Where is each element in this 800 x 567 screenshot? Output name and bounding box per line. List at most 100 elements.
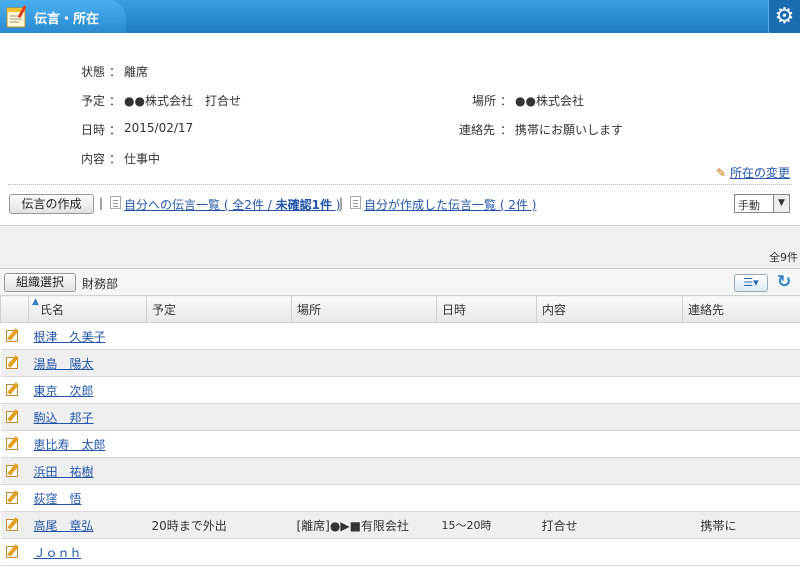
contact-cell (682, 484, 800, 512)
user-name-link[interactable]: Ｊｏｎｈ (34, 546, 82, 560)
presence-table: ▲ 氏名 予定 場所 日時 内容 連絡先 根津 久美子 湯島 陽太東京 次郎駒込 邦… (0, 295, 800, 566)
sent-messages-link[interactable]: 自分が作成した伝言一覧 ( 2件 ) (364, 196, 536, 213)
content-cell (536, 349, 683, 377)
datetime-cell (436, 538, 537, 566)
content-cell (536, 538, 683, 566)
sort-asc-icon: ▲ (32, 297, 39, 307)
total-count: 全9件 (769, 251, 798, 264)
colon: ： (109, 65, 122, 79)
table-row: 浜田 祐樹 (0, 457, 800, 485)
department-name: 財務部 (82, 277, 119, 291)
contact-cell (682, 430, 800, 458)
contact-cell (682, 376, 800, 404)
schedule-cell (146, 457, 292, 485)
edit-cell[interactable] (0, 538, 29, 566)
edit-cell[interactable] (0, 430, 29, 458)
column-header-place[interactable]: 場所 (291, 295, 437, 323)
content-cell (536, 457, 683, 485)
chevron-down-icon: ▼ (773, 195, 789, 212)
colon: ： (109, 94, 122, 108)
column-header-name[interactable]: ▲ 氏名 (28, 295, 147, 323)
list-menu-button[interactable]: ☰▾ (734, 274, 768, 292)
edit-cell[interactable] (0, 403, 29, 431)
memo-icon (6, 5, 27, 28)
edit-message-icon[interactable] (5, 327, 21, 342)
user-name-link[interactable]: 湯島 陽太 (34, 357, 94, 371)
schedule-cell (146, 322, 292, 350)
list-toolbar (0, 268, 800, 295)
edit-cell[interactable] (0, 484, 29, 512)
place-label: 場所 (472, 94, 497, 108)
edit-message-icon[interactable] (5, 381, 21, 396)
place-cell (291, 430, 437, 458)
datetime-cell (436, 484, 537, 512)
edit-message-icon[interactable] (5, 543, 21, 558)
user-name-link[interactable]: 駒込 邦子 (34, 411, 94, 425)
divider (8, 184, 792, 185)
table-row: Ｊｏｎｈ (0, 538, 800, 566)
contact-cell: 携帯に (682, 511, 800, 539)
settings-button[interactable]: ⚙ (768, 0, 800, 33)
title-bar: 伝言・所在 ⚙ (0, 0, 800, 33)
column-header-datetime[interactable]: 日時 (436, 295, 537, 323)
edit-cell[interactable] (0, 457, 29, 485)
column-header-content[interactable]: 内容 (536, 295, 683, 323)
spacer (0, 226, 800, 268)
edit-message-icon[interactable] (5, 489, 21, 504)
table-row: 湯島 陽太 (0, 349, 800, 377)
schedule-label: 予定 (81, 94, 106, 108)
schedule-cell (146, 349, 292, 377)
org-select-button[interactable]: 組織選択 (4, 273, 76, 292)
schedule-cell: 20時まで外出 (146, 511, 292, 539)
contact-label: 連絡先 (459, 123, 496, 137)
edit-message-icon[interactable] (5, 354, 21, 369)
refresh-icon[interactable]: ↻ (777, 272, 791, 292)
column-header-schedule[interactable]: 予定 (146, 295, 292, 323)
edit-cell[interactable] (0, 322, 29, 350)
contact-cell (682, 349, 800, 377)
datetime-cell (436, 322, 537, 350)
datetime-cell (436, 349, 537, 377)
edit-cell[interactable] (0, 376, 29, 404)
schedule-cell (146, 430, 292, 458)
datetime-cell (436, 376, 537, 404)
user-name-link[interactable]: 根津 久美子 (34, 330, 106, 344)
content-cell (536, 484, 683, 512)
user-name-link[interactable]: 浜田 祐樹 (34, 465, 94, 479)
content-cell (536, 376, 683, 404)
place-cell (291, 538, 437, 566)
user-name-link[interactable]: 東京 次郎 (34, 384, 94, 398)
place-value: ●●株式会社 (515, 94, 584, 108)
change-status-link[interactable]: ✎ 所在の変更 (716, 164, 790, 181)
user-name-link[interactable]: 荻窪 悟 (34, 492, 82, 506)
schedule-cell (146, 538, 292, 566)
pencil-icon: ✎ (716, 166, 727, 180)
colon: ： (109, 123, 122, 137)
table-header-row: ▲ 氏名 予定 場所 日時 内容 連絡先 (0, 295, 800, 323)
colon: ： (500, 123, 513, 137)
user-name-link[interactable]: 高尾 章弘 (34, 519, 94, 533)
content-cell (536, 322, 683, 350)
table-row: 駒込 邦子 (0, 403, 800, 431)
gear-icon: ⚙ (774, 4, 795, 29)
datetime-label: 日時 (81, 123, 106, 137)
edit-cell[interactable] (0, 511, 29, 539)
create-message-button[interactable]: 伝言の作成 (9, 194, 94, 214)
colon: ： (500, 94, 513, 108)
schedule-cell (146, 403, 292, 431)
edit-message-icon[interactable] (5, 462, 21, 477)
edit-message-icon[interactable] (5, 435, 21, 450)
content-cell: 打合せ (536, 511, 683, 539)
change-status-label: 所在の変更 (730, 166, 791, 180)
inbox-link-text: 自分への伝言一覧 ( 全2件 / (124, 198, 276, 212)
user-name-link[interactable]: 恵比寿 太郎 (34, 438, 106, 452)
inbox-messages-link[interactable]: 自分への伝言一覧 ( 全2件 / 未確認1件 ) (124, 196, 340, 213)
edit-message-icon[interactable] (5, 408, 21, 423)
contact-cell (682, 538, 800, 566)
column-header-contact[interactable]: 連絡先 (682, 295, 800, 323)
contact-cell (682, 457, 800, 485)
edit-message-icon[interactable] (5, 516, 21, 531)
edit-cell[interactable] (0, 349, 29, 377)
mode-select[interactable]: 手動 ▼ (734, 194, 790, 213)
state-label: 状態 (81, 65, 106, 79)
